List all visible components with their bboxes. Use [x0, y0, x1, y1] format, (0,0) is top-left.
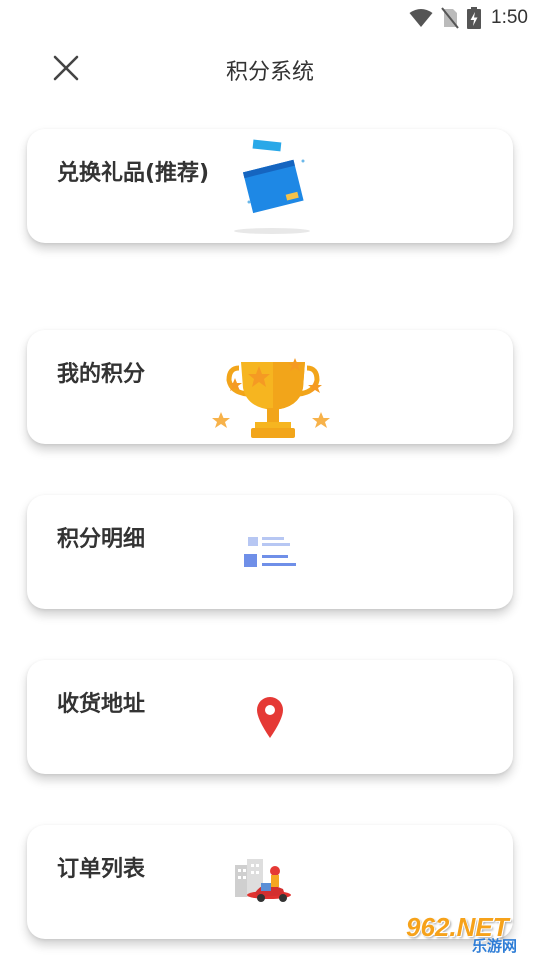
card-points-detail[interactable]: 积分明细	[27, 495, 513, 609]
wifi-icon	[409, 8, 433, 28]
card-shipping-address[interactable]: 收货地址	[27, 660, 513, 774]
card-label: 我的积分	[57, 362, 146, 387]
watermark-subtext: 乐游网	[472, 937, 518, 955]
location-pin-icon	[255, 695, 285, 743]
gift-box-icon	[227, 137, 327, 245]
list-detail-icon	[242, 535, 298, 575]
watermark-logo: 962.NET 乐游网	[406, 912, 534, 955]
page-title: 积分系统	[225, 60, 314, 85]
card-label: 订单列表	[57, 857, 146, 882]
trophy-icon	[211, 350, 335, 446]
app-header: 积分系统	[0, 36, 540, 100]
card-label: 积分明细	[57, 527, 146, 552]
card-redeem-gifts[interactable]: 兑换礼品(推荐)	[27, 129, 513, 243]
status-bar: 1:50	[0, 0, 540, 36]
card-label: 兑换礼品(推荐)	[57, 161, 210, 186]
card-my-points[interactable]: 我的积分	[27, 330, 513, 444]
battery-charging-icon	[467, 7, 482, 29]
card-label: 收货地址	[57, 692, 146, 717]
status-time: 1:50	[491, 7, 528, 28]
no-sim-icon	[441, 7, 459, 29]
delivery-scooter-icon	[231, 855, 297, 909]
